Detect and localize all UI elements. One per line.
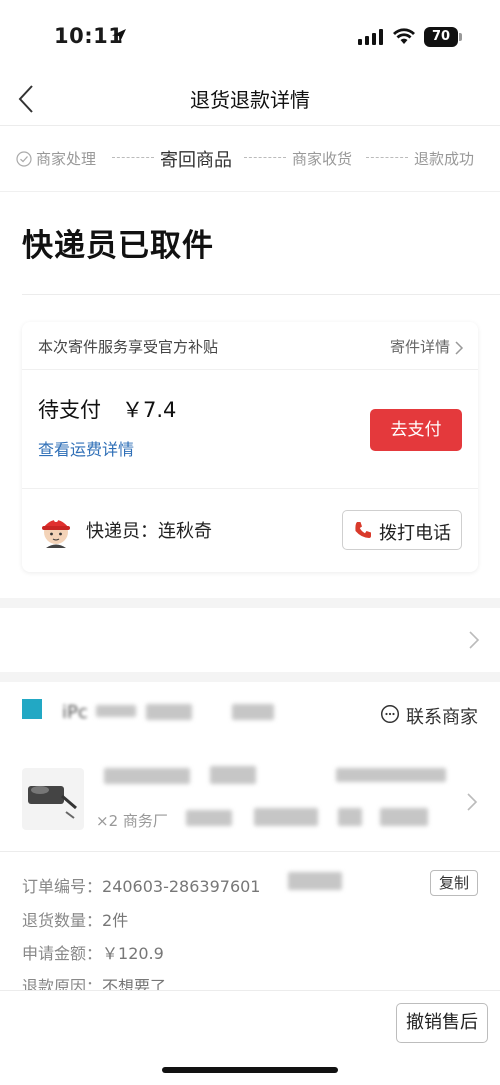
pickup-card: 本次寄件服务享受官方补贴 寄件详情 待支付 ￥7.4 查看运费详情 去支付 快递…: [22, 322, 478, 572]
divider: [22, 488, 478, 489]
call-button[interactable]: 拨打电话: [342, 510, 462, 550]
section-gap: [0, 672, 500, 682]
amount-value: ￥120.9: [102, 944, 164, 963]
product-row[interactable]: ×2 商务厂: [0, 748, 500, 852]
contact-merchant-label: 联系商家: [406, 707, 478, 728]
chat-bubble-icon: [380, 704, 400, 724]
store-name-text: iPc: [62, 702, 88, 723]
redaction-blur: [104, 768, 190, 784]
step-refund-success: 退款成功: [414, 150, 475, 168]
divider: [22, 294, 500, 295]
return-quantity-value: 2件: [102, 911, 129, 930]
nav-bar: 退货退款详情: [0, 72, 500, 126]
store-logo-icon: [22, 699, 42, 719]
redaction-blur: [288, 872, 342, 890]
redaction-blur: [338, 808, 362, 826]
copy-button[interactable]: 复制: [430, 870, 478, 896]
card-header: 本次寄件服务享受官方补贴 寄件详情: [22, 322, 478, 370]
redaction-blur: [210, 766, 256, 784]
status-headline: 快递员已取件: [22, 228, 214, 264]
phone-icon: [355, 522, 371, 538]
cancel-after-sale-button[interactable]: 撤销售后: [396, 1003, 488, 1043]
battery-tip: [459, 33, 462, 41]
status-bar: 10:11 70: [0, 0, 500, 72]
order-number-row: 订单编号：240603-286397601: [22, 873, 260, 897]
step-return-goods: 寄回商品: [160, 150, 232, 171]
step-merchant-processing: 商家处理: [36, 150, 97, 168]
location-arrow-icon: [112, 29, 126, 43]
check-circle-icon: [16, 151, 32, 167]
chevron-right-icon: [469, 631, 480, 649]
product-image-icon: [28, 786, 77, 819]
pay-label: 待支付: [38, 398, 101, 422]
courier-avatar-icon: [42, 518, 70, 548]
fee-detail-link[interactable]: 查看运费详情: [38, 436, 134, 460]
product-quantity-text: ×2 商务厂: [96, 812, 168, 830]
redaction-blur: [254, 808, 318, 826]
store-name[interactable]: iPc: [62, 700, 276, 723]
return-quantity-label: 退货数量：: [22, 911, 103, 930]
home-indicator: [162, 1067, 338, 1073]
shipping-detail-label: 寄件详情: [389, 338, 450, 356]
page-title: 退货退款详情: [190, 88, 310, 112]
battery-icon: 70: [424, 27, 458, 47]
redaction-blur: [186, 810, 232, 826]
amount-row: 申请金额：￥120.9: [22, 940, 164, 964]
redaction-blur: [336, 768, 446, 782]
courier-name: 快递员：连秋奇: [86, 521, 212, 542]
step-connector: [366, 157, 408, 158]
redaction-blur: [146, 704, 192, 720]
call-button-label: 拨打电话: [379, 523, 451, 544]
pay-amount: ￥7.4: [122, 398, 177, 422]
cellular-signal-icon: [358, 29, 383, 45]
wifi-icon: [393, 28, 415, 44]
order-number-value: 240603-286397601: [102, 877, 261, 896]
chevron-right-icon: [455, 340, 464, 355]
progress-steps: 商家处理 寄回商品 商家收货 退款成功: [0, 126, 500, 192]
step-connector: [112, 157, 154, 158]
product-thumbnail: [22, 768, 84, 830]
pay-button[interactable]: 去支付: [370, 409, 462, 451]
subsidy-text: 本次寄件服务享受官方补贴: [38, 338, 219, 356]
redaction-blur: [232, 704, 274, 720]
chevron-right-icon: [467, 793, 478, 811]
section-gap: [0, 598, 500, 608]
step-connector: [244, 157, 286, 158]
bottom-bar: 撤销售后: [0, 990, 500, 1085]
step-merchant-receipt: 商家收货: [292, 150, 353, 168]
expand-row[interactable]: [0, 608, 500, 672]
redaction-blur: [96, 705, 136, 717]
contact-merchant-button[interactable]: 联系商家: [380, 703, 478, 729]
amount-label: 申请金额：: [22, 944, 103, 963]
redaction-blur: [380, 808, 428, 826]
return-quantity-row: 退货数量：2件: [22, 907, 128, 931]
order-number-label: 订单编号：: [22, 877, 103, 896]
shipping-detail-link[interactable]: 寄件详情: [390, 336, 464, 357]
